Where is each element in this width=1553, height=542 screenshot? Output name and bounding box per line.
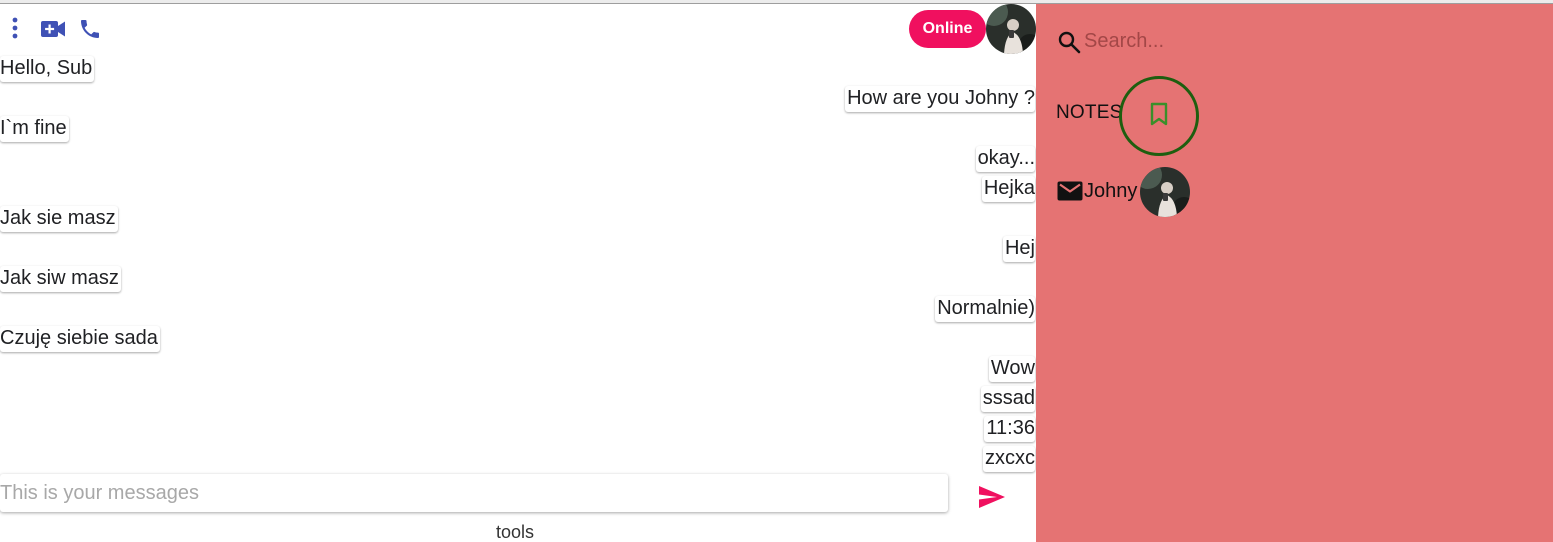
video-call-icon[interactable] [40, 18, 66, 40]
contacts-sidebar: NOTES Johny [1036, 4, 1553, 542]
search-icon[interactable] [1056, 29, 1082, 55]
message-bubble-outgoing: okay... [975, 146, 1035, 172]
message-bubble-incoming: Hello, Sub [0, 56, 95, 82]
message-bubble-incoming: Jak siw masz [0, 266, 121, 292]
send-icon[interactable] [977, 482, 1007, 512]
mail-icon [1057, 180, 1083, 202]
chat-header: Online [0, 4, 1036, 54]
online-status-badge: Online [909, 10, 986, 48]
message-bubble-outgoing: Normalnie) [935, 296, 1035, 322]
message-bubble-incoming: Czuję siebie sada [0, 326, 160, 352]
phone-icon[interactable] [77, 16, 103, 42]
app-root: Online Hello, Sub How are you Johny ? I`m … [0, 0, 1553, 542]
chat-panel: Online Hello, Sub How are you Johny ? I`m … [0, 4, 1036, 542]
contact-avatar [1140, 167, 1190, 217]
tools-label[interactable]: tools [496, 522, 534, 542]
message-bubble-outgoing: 11:36 [984, 416, 1035, 442]
message-bubble-incoming: Jak sie masz [0, 206, 118, 232]
message-bubble-outgoing: Hejka [981, 176, 1035, 202]
more-vert-icon[interactable] [6, 16, 24, 40]
contact-name: Johny [1084, 180, 1138, 202]
search-input[interactable] [1084, 26, 1284, 56]
notes-label[interactable]: NOTES [1056, 102, 1122, 124]
notes-bookmark-button[interactable] [1119, 76, 1199, 156]
message-bubble-incoming: I`m fine [0, 116, 69, 142]
message-bubble-outgoing: zxcxc [983, 446, 1035, 472]
message-bubble-outgoing: Wow [988, 356, 1035, 382]
contact-avatar[interactable] [986, 4, 1036, 54]
message-input[interactable] [0, 474, 948, 512]
message-bubble-outgoing: sssad [980, 386, 1035, 412]
message-bubble-outgoing: Hej [1002, 236, 1035, 262]
message-bubble-outgoing: How are you Johny ? [845, 86, 1035, 112]
